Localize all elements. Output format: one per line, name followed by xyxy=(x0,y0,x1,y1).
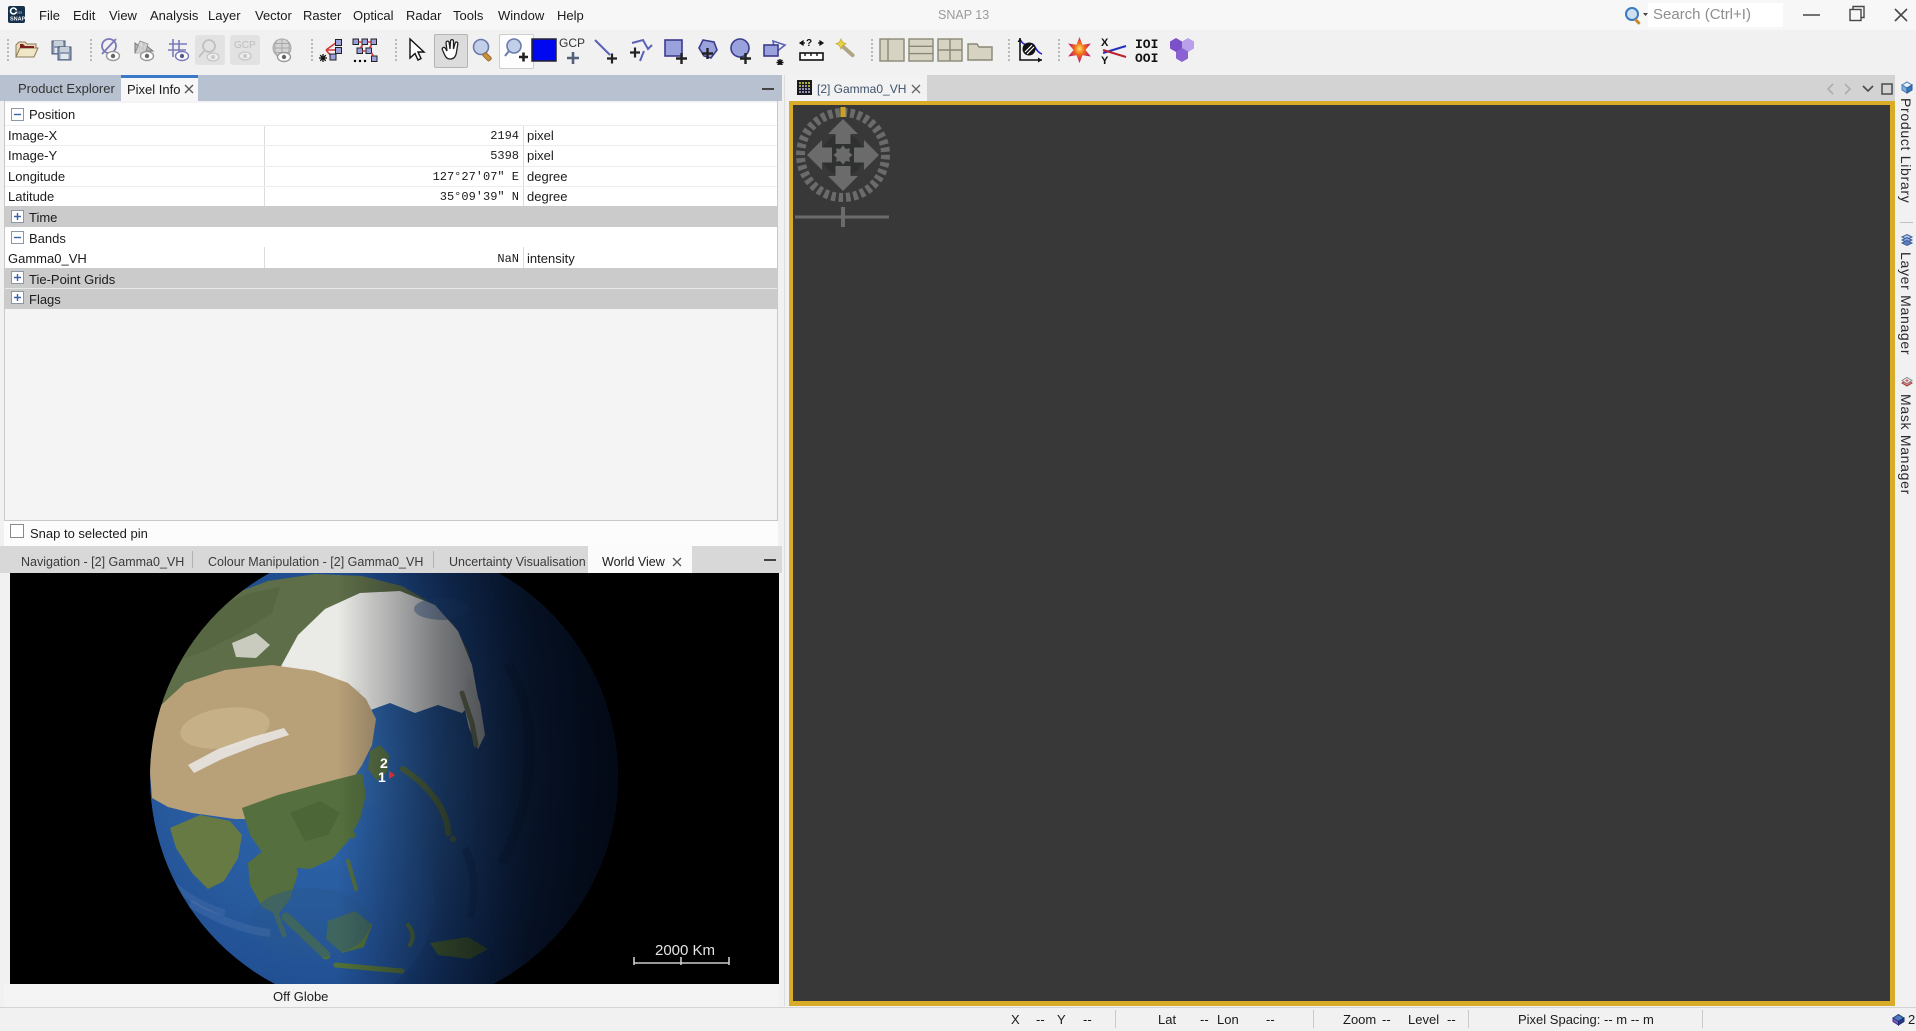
svg-text:2000 Km: 2000 Km xyxy=(655,942,715,959)
svg-text:SNAP: SNAP xyxy=(10,17,25,23)
svg-text:X: X xyxy=(1101,37,1109,49)
svg-text:?: ? xyxy=(806,38,812,49)
svg-text:GCP: GCP xyxy=(234,40,256,51)
svg-text:GCP: GCP xyxy=(559,36,585,50)
svg-text:1: 1 xyxy=(378,769,386,785)
svg-text:OOI: OOI xyxy=(1135,51,1158,65)
svg-text:Y: Y xyxy=(1101,55,1109,65)
svg-text:IOI: IOI xyxy=(1135,37,1158,52)
svg-text:esa: esa xyxy=(17,11,23,15)
